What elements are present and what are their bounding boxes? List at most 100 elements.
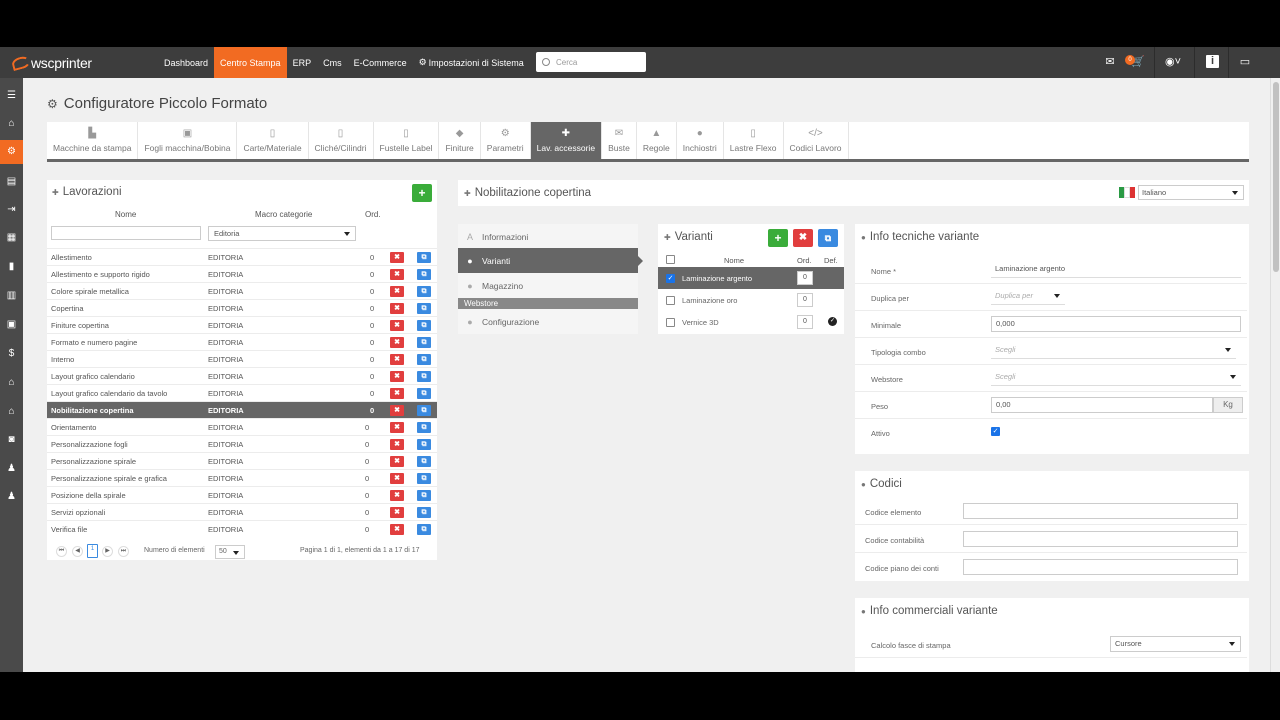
delete-row-button[interactable]: ✖ <box>390 303 404 314</box>
codice-elemento-input[interactable] <box>963 503 1238 519</box>
search-input[interactable]: Cerca <box>536 52 646 72</box>
copy-row-button[interactable]: ⧉ <box>417 354 431 365</box>
tab-finiture[interactable]: ◆ Finiture <box>439 122 481 159</box>
menu-magazzino[interactable]: ● Magazzino <box>458 273 638 298</box>
table-row[interactable]: Allestimento EDITORIA 0 ✖ ⧉ <box>47 248 437 265</box>
tab-codici-lavoro[interactable]: </> Codici Lavoro <box>784 122 849 159</box>
delete-row-button[interactable]: ✖ <box>390 405 404 416</box>
tab-regole[interactable]: ▲ Regole <box>637 122 677 159</box>
duplica-select[interactable]: Duplica per <box>991 289 1065 305</box>
calcolo-select[interactable]: Cursore <box>1110 636 1241 652</box>
variante-row[interactable]: Laminazione oro 0 <box>658 289 844 311</box>
copy-row-button[interactable]: ⧉ <box>417 490 431 501</box>
add-lavorazione-button[interactable]: + <box>412 184 432 202</box>
copy-row-button[interactable]: ⧉ <box>417 524 431 535</box>
money-icon[interactable]: $ <box>0 342 23 366</box>
table-row[interactable]: Servizi opzionali EDITORIA 0 ✖ ⧉ <box>47 503 437 520</box>
delete-row-button[interactable]: ✖ <box>390 286 404 297</box>
filter-nome-input[interactable] <box>51 226 201 240</box>
users-icon[interactable]: ♟ <box>0 457 23 481</box>
copy-row-button[interactable]: ⧉ <box>417 371 431 382</box>
chat-icon[interactable]: ▭ <box>1237 55 1253 69</box>
table-row[interactable]: Colore spirale metallica EDITORIA 0 ✖ ⧉ <box>47 282 437 299</box>
menu-configurazione[interactable]: ● Configurazione <box>458 309 638 334</box>
copy-row-button[interactable]: ⧉ <box>417 456 431 467</box>
nav-erp[interactable]: ERP <box>287 47 318 78</box>
pager-prev-icon[interactable]: ◀ <box>72 546 83 557</box>
nav-dashboard[interactable]: Dashboard <box>158 47 214 78</box>
menu-toggle-icon[interactable]: ☰ <box>0 84 23 108</box>
menu-varianti[interactable]: ● Varianti <box>458 248 643 273</box>
peso-input[interactable]: 0,00 <box>991 397 1213 413</box>
tab-lastre-flexo[interactable]: ▯ Lastre Flexo <box>724 122 784 159</box>
table-row[interactable]: Copertina EDITORIA 0 ✖ ⧉ <box>47 299 437 316</box>
tab-carte-materiale[interactable]: ▯ Carte/Materiale <box>237 122 309 159</box>
delete-row-button[interactable]: ✖ <box>390 456 404 467</box>
delete-row-button[interactable]: ✖ <box>390 439 404 450</box>
filter-macro-select[interactable]: Editoria <box>208 226 356 241</box>
warehouse-icon[interactable]: ⌂ <box>0 371 23 395</box>
copy-row-button[interactable]: ⧉ <box>417 320 431 331</box>
ord-input[interactable]: 0 <box>797 271 813 285</box>
nav-ecommerce[interactable]: E-Commerce <box>348 47 413 78</box>
pager-last-icon[interactable]: ⏭ <box>118 546 129 557</box>
copy-row-button[interactable]: ⧉ <box>417 337 431 348</box>
ord-input[interactable]: 0 <box>797 293 813 307</box>
copy-row-button[interactable]: ⧉ <box>417 422 431 433</box>
attivo-checkbox[interactable]: ✓ <box>991 427 1000 436</box>
table-row[interactable]: Finiture copertina EDITORIA 0 ✖ ⧉ <box>47 316 437 333</box>
app-logo[interactable]: wscprinter <box>10 54 92 71</box>
delete-row-button[interactable]: ✖ <box>390 422 404 433</box>
copy-row-button[interactable]: ⧉ <box>417 388 431 399</box>
variante-row[interactable]: Vernice 3D 0 ✓ <box>658 311 844 333</box>
codice-piano-input[interactable] <box>963 559 1238 575</box>
table-row[interactable]: Layout grafico calendario da tavolo EDITO… <box>47 384 437 401</box>
delete-row-button[interactable]: ✖ <box>390 507 404 518</box>
info-icon[interactable]: i <box>1206 55 1219 68</box>
copy-row-button[interactable]: ⧉ <box>417 252 431 263</box>
menu-informazioni[interactable]: A Informazioni <box>458 224 638 249</box>
tab-lav-accessorie[interactable]: ✚ Lav. accessorie <box>530 122 603 159</box>
row-checkbox[interactable] <box>666 318 675 327</box>
layout-icon[interactable]: ▥ <box>0 284 23 308</box>
delete-row-button[interactable]: ✖ <box>390 337 404 348</box>
delete-row-button[interactable]: ✖ <box>390 524 404 535</box>
tab-parametri[interactable]: ⚙ Parametri <box>481 122 531 159</box>
export-icon[interactable]: ⇥ <box>0 198 23 222</box>
table-row[interactable]: Nobilitazione copertina EDITORIA 0 ✖ ⧉ <box>47 401 437 418</box>
delete-row-button[interactable]: ✖ <box>390 320 404 331</box>
configurator-icon[interactable]: ⚙ <box>0 140 23 164</box>
delete-row-button[interactable]: ✖ <box>390 269 404 280</box>
tab-fustelle-label[interactable]: ▯ Fustelle Label <box>374 122 440 159</box>
minimale-input[interactable]: 0,000 <box>991 316 1241 332</box>
copy-row-button[interactable]: ⧉ <box>417 507 431 518</box>
document-icon[interactable]: ▦ <box>0 226 23 250</box>
scrollbar-thumb[interactable] <box>1273 82 1279 272</box>
home-icon[interactable]: ⌂ <box>0 112 23 136</box>
nav-impostazioni[interactable]: ⚙ Impostazioni di Sistema <box>413 47 530 78</box>
pager-next-icon[interactable]: ▶ <box>102 546 113 557</box>
copy-row-button[interactable]: ⧉ <box>417 303 431 314</box>
delete-row-button[interactable]: ✖ <box>390 371 404 382</box>
mail-icon[interactable]: ✉ <box>1102 55 1118 69</box>
copy-row-button[interactable]: ⧉ <box>417 269 431 280</box>
variante-row[interactable]: ✓ Laminazione argento 0 <box>658 267 844 289</box>
delete-row-button[interactable]: ✖ <box>390 252 404 263</box>
row-checkbox[interactable] <box>666 296 675 305</box>
list-icon[interactable]: ▤ <box>0 170 23 194</box>
table-row[interactable]: Personalizzazione spirale e grafica EDITO… <box>47 469 437 486</box>
tipologia-select[interactable]: Scegli <box>991 343 1236 359</box>
pager-current[interactable]: 1 <box>87 544 98 558</box>
codice-contabilita-input[interactable] <box>963 531 1238 547</box>
tab-fogli-macchina-bobina[interactable]: ▣ Fogli macchina/Bobina <box>138 122 238 159</box>
delete-row-button[interactable]: ✖ <box>390 473 404 484</box>
select-all-checkbox[interactable] <box>666 255 675 264</box>
tab-buste[interactable]: ✉ Buste <box>602 122 637 159</box>
delete-variante-button[interactable]: ✖ <box>793 229 813 247</box>
user-icon[interactable]: ◉˅ <box>1160 55 1186 69</box>
row-checkbox[interactable]: ✓ <box>666 274 675 283</box>
ord-input[interactable]: 0 <box>797 315 813 329</box>
table-row[interactable]: Allestimento e supporto rigido EDITORIA 0 ✖… <box>47 265 437 282</box>
copy-row-button[interactable]: ⧉ <box>417 473 431 484</box>
table-row[interactable]: Posizione della spirale EDITORIA 0 ✖ ⧉ <box>47 486 437 503</box>
